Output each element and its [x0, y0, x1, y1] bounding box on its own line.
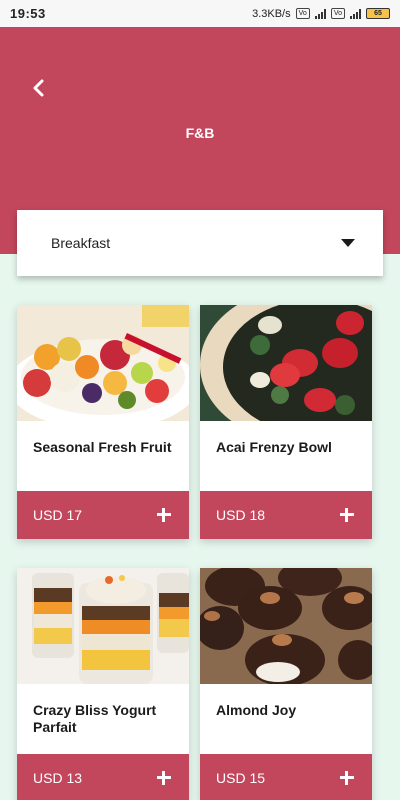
page-title: F&B [185, 125, 215, 141]
back-button[interactable] [26, 75, 52, 101]
menu-item-price: USD 13 [33, 770, 83, 786]
menu-item-name: Acai Frenzy Bowl [216, 439, 332, 455]
add-to-cart-button[interactable] [338, 769, 356, 787]
add-to-cart-button[interactable] [155, 506, 173, 524]
acai-bowl-image [200, 305, 372, 421]
fruit-salad-image [17, 305, 189, 421]
caret-down-icon [341, 239, 355, 247]
menu-item-card[interactable]: Almond Joy USD 15 [200, 568, 372, 800]
battery-level: 65 [374, 10, 382, 17]
add-to-cart-button[interactable] [338, 506, 356, 524]
menu-item-price: USD 18 [216, 507, 266, 523]
add-to-cart-button[interactable] [155, 769, 173, 787]
menu-item-price-bar: USD 15 [200, 754, 372, 800]
menu-item-name: Seasonal Fresh Fruit [33, 439, 172, 455]
battery-icon: 65 [366, 8, 390, 19]
chevron-left-icon [33, 79, 44, 97]
almond-joy-image [200, 568, 372, 684]
menu-item-card[interactable]: Crazy Bliss Yogurt Parfait USD 13 [17, 568, 189, 800]
menu-item-name: Almond Joy [216, 702, 297, 718]
network-speed: 3.3KB/s [252, 7, 291, 20]
yogurt-parfait-image [17, 568, 189, 684]
volte-icon-2: Vo [330, 8, 345, 19]
menu-item-price-bar: USD 18 [200, 491, 372, 539]
status-bar: 19:53 3.3KB/s Vo Vo 65 [0, 0, 400, 27]
menu-item-card[interactable]: Seasonal Fresh Fruit USD 17 [17, 305, 189, 539]
menu-item-price: USD 17 [33, 507, 83, 523]
menu-item-card[interactable]: Acai Frenzy Bowl USD 18 [200, 305, 372, 539]
menu-item-price-bar: USD 13 [17, 754, 189, 800]
volte-icon: Vo [295, 8, 310, 19]
status-indicators: 3.3KB/s Vo Vo 65 [252, 8, 390, 20]
signal-icon [314, 8, 326, 19]
category-dropdown-value: Breakfast [51, 235, 111, 251]
category-dropdown[interactable]: Breakfast [17, 210, 383, 276]
status-time: 19:53 [10, 6, 46, 21]
menu-item-name: Crazy Bliss Yogurt Parfait [33, 702, 157, 735]
menu-item-price-bar: USD 17 [17, 491, 189, 539]
signal-icon-2 [350, 8, 361, 19]
menu-item-price: USD 15 [216, 770, 266, 786]
